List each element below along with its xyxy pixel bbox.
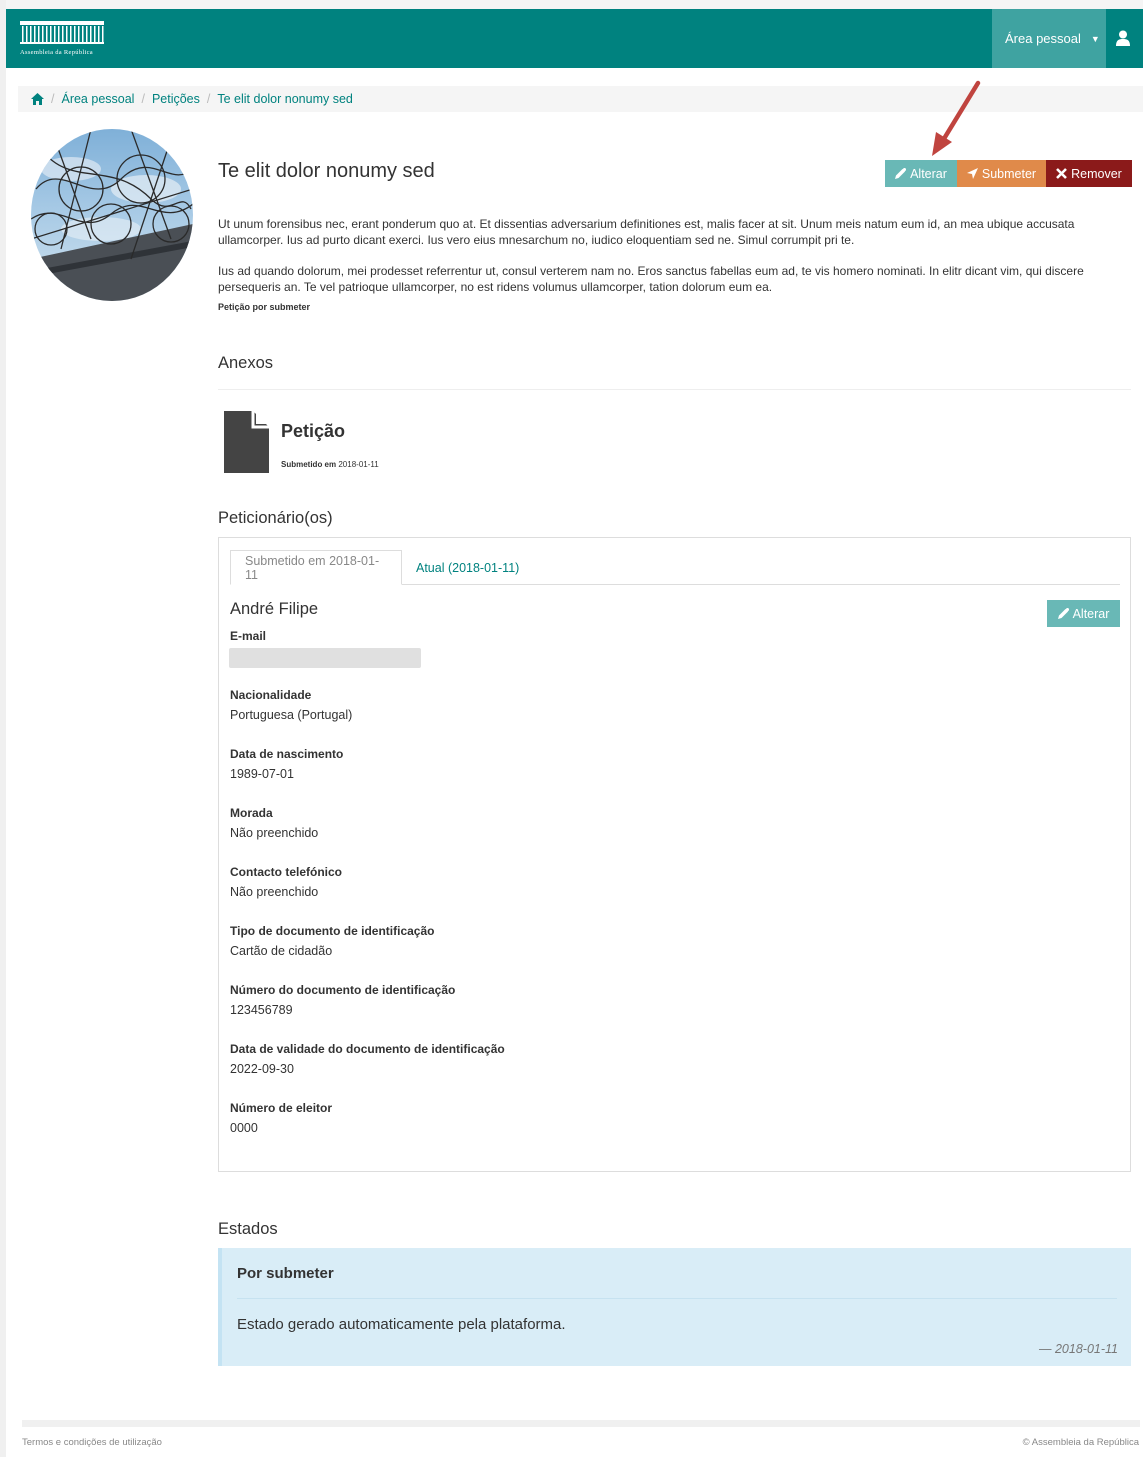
top-strip (0, 0, 1143, 9)
user-icon[interactable] (1116, 30, 1130, 46)
field-value-validade-documento: 2022-09-30 (230, 1062, 294, 1076)
send-icon (966, 168, 978, 179)
caret-down-icon: ▼ (1090, 33, 1100, 44)
alterar-petitioner-button[interactable]: Alterar (1047, 600, 1120, 627)
submeter-label: Submeter (981, 166, 1037, 181)
field-label-validade-documento: Data de validade do documento de identif… (230, 1042, 505, 1056)
footer-divider (22, 1420, 1140, 1427)
field-label-contacto: Contacto telefónico (230, 865, 343, 879)
alterar-label: Alterar (910, 166, 947, 181)
submeter-button[interactable]: Submeter (957, 160, 1046, 187)
terms-link[interactable]: Termos e condições de utilização (22, 1437, 162, 1448)
tab-atual[interactable]: Atual (2018-01-11) (402, 550, 533, 585)
field-label-morada: Morada (230, 806, 273, 820)
field-label-nacionalidade: Nacionalidade (230, 688, 312, 702)
peticionarios-title: Peticionário(os) (218, 509, 333, 527)
petition-description-1: Ut unum forensibus nec, erant ponderum q… (218, 217, 1075, 247)
attachment-name[interactable]: Petição (281, 421, 345, 442)
breadcrumb-separator: / (206, 92, 211, 106)
estado-text: Estado gerado automaticamente pela plata… (237, 1316, 566, 1333)
field-value-morada: Não preenchido (230, 826, 319, 840)
brand-logo[interactable]: Assembleia da República (20, 19, 110, 59)
field-label-nascimento: Data de nascimento (230, 747, 344, 761)
user-menu-dropdown[interactable]: Área pessoal ▼ (992, 9, 1106, 68)
alterar-button[interactable]: Alterar (885, 160, 957, 187)
peticionarios-tabs: Submetido em 2018-01-11 Atual (2018-01-1… (230, 550, 1120, 585)
breadcrumb-peticoes[interactable]: Petições (152, 92, 200, 106)
tab-submetido[interactable]: Submetido em 2018-01-11 (230, 550, 402, 585)
attachment-date: Submetido em 2018-01-11 (281, 460, 379, 469)
field-label-tipo-documento: Tipo de documento de identificação (230, 924, 435, 938)
close-icon (1056, 168, 1068, 179)
attachment-date-value: 2018-01-11 (338, 460, 379, 469)
petition-description-2: Ius ad quando dolorum, mei prodesset ref… (218, 264, 1084, 294)
attachment-date-label: Submetido em (281, 460, 337, 469)
petitioner-name: André Filipe (230, 600, 319, 618)
breadcrumb-area-pessoal[interactable]: Área pessoal (61, 92, 134, 106)
brand-text: Assembleia da República (20, 49, 93, 56)
breadcrumb-current[interactable]: Te elit dolor nonumy sed (217, 92, 353, 106)
estado-item: Por submeter Estado gerado automaticamen… (218, 1248, 1131, 1366)
petition-status-line: Petição por submeter (218, 302, 311, 312)
breadcrumb-separator: / (141, 92, 145, 106)
pencil-icon (895, 168, 907, 179)
document-icon[interactable] (224, 411, 269, 473)
remover-label: Remover (1071, 166, 1122, 181)
alterar-petitioner-label: Alterar (1072, 606, 1110, 621)
field-label-email: E-mail (230, 629, 267, 643)
home-icon[interactable] (31, 93, 44, 105)
field-label-numero-documento: Número do documento de identificação (230, 983, 456, 997)
red-arrow-annotation (932, 80, 981, 156)
navbar: Assembleia da República Área pessoal ▼ (6, 9, 1143, 68)
copyright: © Assembleia da República (1022, 1437, 1139, 1448)
breadcrumb-separator: / (51, 92, 55, 106)
estados-title: Estados (218, 1220, 278, 1238)
user-menu-label: Área pessoal (1005, 31, 1081, 46)
petition-actions: Alterar Submeter Remover (885, 160, 1132, 187)
estado-name: Por submeter (237, 1265, 334, 1282)
parliament-building-icon (20, 21, 104, 44)
field-label-eleitor: Número de eleitor (230, 1101, 333, 1115)
remover-button[interactable]: Remover (1046, 160, 1132, 187)
left-edge (0, 0, 6, 1457)
field-value-nacionalidade: Portuguesa (Portugal) (230, 708, 353, 722)
field-value-tipo-documento: Cartão de cidadão (230, 944, 333, 958)
petition-image (31, 129, 193, 301)
peticionarios-panel: Submetido em 2018-01-11 Atual (2018-01-1… (218, 537, 1131, 1172)
field-value-contacto: Não preenchido (230, 885, 319, 899)
divider (218, 389, 1131, 390)
page-title: Te elit dolor nonumy sed (218, 160, 435, 182)
field-value-eleitor: 0000 (230, 1121, 258, 1135)
pencil-icon (1057, 608, 1069, 619)
field-value-nascimento: 1989-07-01 (230, 767, 294, 781)
field-value-numero-documento: 123456789 (230, 1003, 293, 1017)
email-redacted (229, 648, 421, 668)
divider (237, 1298, 1117, 1299)
anexos-title: Anexos (218, 354, 274, 372)
estado-date: — 2018-01-11 (1039, 1342, 1118, 1356)
